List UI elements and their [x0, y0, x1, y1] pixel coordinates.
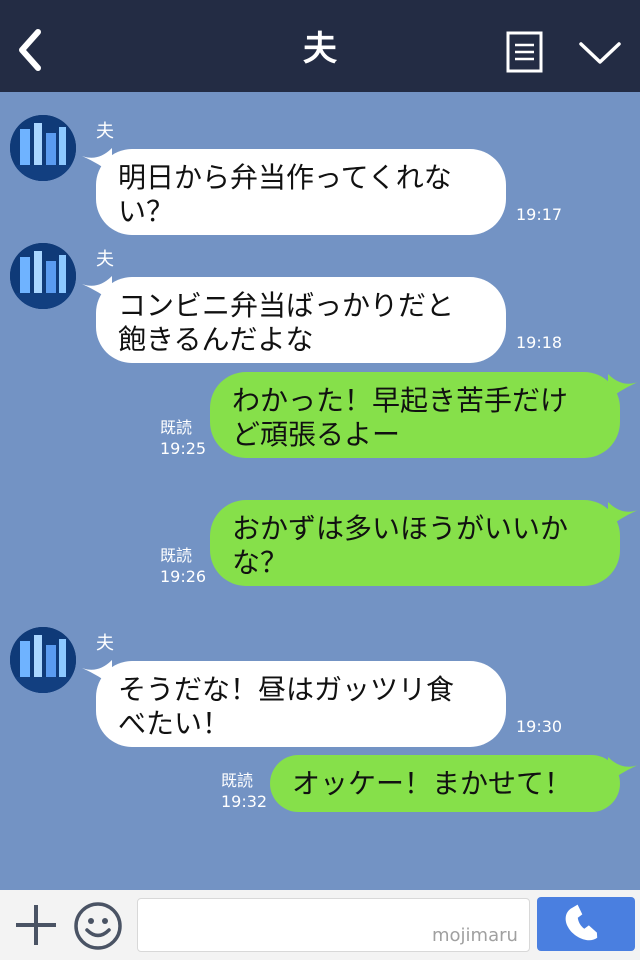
bubble-tail	[608, 374, 638, 400]
watermark-text: mojimaru	[432, 925, 518, 946]
read-status: 既読 19:25	[160, 417, 206, 459]
chat-area[interactable]: 夫 明日から弁当作ってくれな い？ 19:17 夫 コンビニ弁当ばっかりだと 飽…	[0, 92, 640, 890]
message-text-line: コンビニ弁当ばっかりだと	[118, 289, 455, 322]
message-time: 19:25	[160, 439, 207, 458]
message-text-line: わかった！早起き苦手だけ	[232, 384, 569, 417]
message-text-line: な？	[232, 546, 289, 579]
sender-name: 夫	[96, 249, 114, 270]
message-bubble-outgoing[interactable]: おかずは多いほうがいいか な？	[210, 500, 620, 586]
message-bubble-incoming[interactable]: コンビニ弁当ばっかりだと 飽きるんだよな	[96, 277, 506, 363]
chat-title: 夫	[303, 29, 337, 69]
emoji-button[interactable]	[73, 901, 123, 951]
message-bubble-outgoing[interactable]: オッケー！まかせて！	[270, 755, 620, 812]
message-text-line: ど頑張るよー	[232, 418, 401, 451]
message-bubble-outgoing[interactable]: わかった！早起き苦手だけ ど頑張るよー	[210, 372, 620, 458]
call-button[interactable]	[537, 897, 635, 951]
plus-icon	[16, 905, 56, 945]
message-time: 19:18	[516, 333, 563, 352]
read-status: 既読 19:32	[221, 770, 267, 812]
message-text-line: い？	[118, 195, 175, 228]
message-bubble-incoming[interactable]: 明日から弁当作ってくれな い？	[96, 149, 506, 235]
message-time: 19:26	[160, 567, 207, 586]
read-label: 既読	[221, 771, 254, 790]
chevron-down-icon	[579, 42, 621, 64]
message-bubble-incoming[interactable]: そうだな！昼はガッツリ食 べたい！	[96, 661, 506, 747]
message-text-line: オッケー！まかせて！	[292, 767, 573, 800]
add-attachment-button[interactable]	[14, 903, 58, 947]
message-text-line: 明日から弁当作ってくれな	[118, 161, 452, 194]
back-chevron-icon	[19, 29, 41, 71]
avatar-image	[10, 115, 76, 181]
message-time: 19:17	[516, 205, 563, 224]
sender-name: 夫	[96, 121, 114, 142]
avatar[interactable]	[10, 115, 76, 181]
emoji-icon	[74, 902, 122, 950]
bubble-tail	[608, 757, 638, 783]
phone-icon	[565, 904, 598, 941]
avatar[interactable]	[10, 627, 76, 693]
message-text-line: おかずは多いほうがいいか	[232, 512, 569, 545]
message-time: 19:32	[221, 792, 268, 811]
avatar-image	[10, 627, 76, 693]
back-button[interactable]	[14, 28, 48, 72]
message-time: 19:30	[516, 717, 563, 736]
read-label: 既読	[160, 546, 193, 565]
read-label: 既読	[160, 418, 193, 437]
sender-name: 夫	[96, 633, 114, 654]
message-text-line: べたい！	[118, 707, 231, 740]
notes-icon	[506, 31, 543, 73]
avatar[interactable]	[10, 243, 76, 309]
avatar-image	[10, 243, 76, 309]
chat-header: 夫	[0, 0, 640, 92]
notes-button[interactable]	[506, 31, 544, 73]
message-text-line: そうだな！昼はガッツリ食	[118, 673, 455, 706]
menu-button[interactable]	[578, 38, 622, 68]
read-status: 既読 19:26	[160, 545, 206, 587]
message-text-line: 飽きるんだよな	[118, 323, 314, 356]
bubble-tail	[608, 502, 638, 528]
